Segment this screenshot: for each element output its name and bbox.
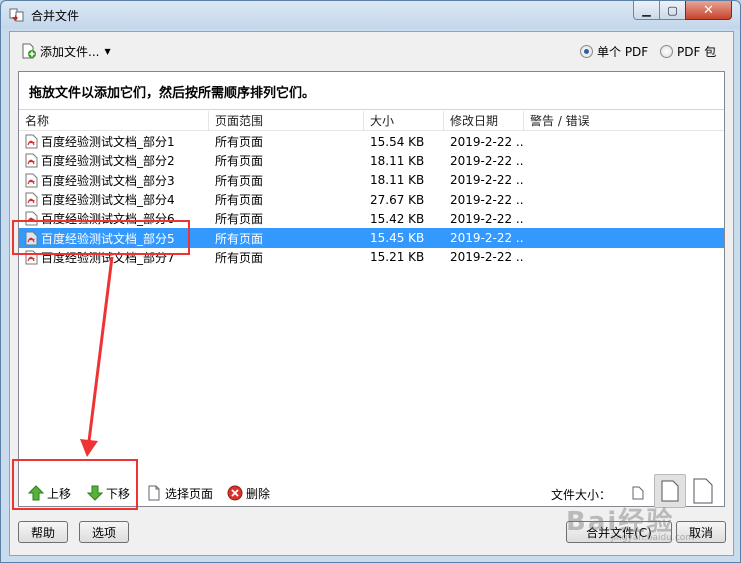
file-size-cell: 27.67 KB: [370, 192, 425, 207]
merge-files-window: 合并文件 ▁ ▢ ✕ 添加文件... ▼ 单个 PDF PDF 包 拖放文件以添…: [0, 0, 741, 563]
file-size-cell: 15.45 KB: [370, 231, 425, 246]
file-name-cell: 百度经验测试文档_部分3: [19, 172, 209, 189]
page-range-cell: 所有页面: [215, 173, 264, 188]
pdf-portfolio-option[interactable]: PDF 包: [660, 43, 716, 60]
options-button[interactable]: 选项: [79, 521, 129, 543]
close-button[interactable]: ✕: [685, 1, 732, 20]
pdf-file-icon: [25, 134, 38, 149]
pdf-file-icon: [25, 192, 38, 207]
window-title: 合并文件: [31, 9, 80, 23]
toolbar: 添加文件... ▼ 单个 PDF PDF 包: [10, 32, 733, 70]
move-buttons-highlight: [12, 459, 138, 510]
delete-label: 删除: [246, 486, 271, 501]
file-size-cell: 15.21 KB: [370, 250, 425, 265]
page-range-cell: 所有页面: [215, 154, 264, 169]
maximize-icon: ▢: [667, 3, 678, 17]
file-row[interactable]: 百度经验测试文档_部分2 所有页面 18.11 KB 2019-2-22 ...: [19, 151, 724, 170]
file-name: 百度经验测试文档_部分1: [41, 135, 175, 150]
file-name: 百度经验测试文档_部分4: [41, 193, 175, 208]
file-size-cell: 18.11 KB: [370, 173, 425, 188]
title-bar[interactable]: 合并文件 ▁ ▢ ✕: [1, 1, 740, 29]
drop-instruction: 拖放文件以添加它们，然后按所需顺序排列它们。: [19, 72, 724, 110]
file-size-cell: 18.11 KB: [370, 153, 425, 168]
single-pdf-radio[interactable]: [580, 45, 593, 58]
pdf-file-icon: [25, 173, 38, 188]
modified-date-cell: 2019-2-22 ...: [450, 153, 524, 168]
add-files-button[interactable]: 添加文件... ▼: [18, 40, 114, 62]
file-size-cell: 15.42 KB: [370, 211, 425, 226]
modified-date-cell: 2019-2-22 ...: [450, 134, 524, 149]
select-pages-button[interactable]: 选择页面: [146, 482, 213, 504]
medium-page-icon: [661, 480, 679, 502]
add-file-icon: [22, 43, 36, 59]
file-name-cell: 百度经验测试文档_部分4: [19, 191, 209, 208]
modified-date-cell: 2019-2-22 ...: [450, 211, 524, 226]
watermark-url: jingyan.baidu.com: [611, 533, 695, 543]
file-row[interactable]: 百度经验测试文档_部分4 所有页面 27.67 KB 2019-2-22 ...: [19, 190, 724, 209]
page-range-cell: 所有页面: [215, 231, 264, 246]
column-header-size[interactable]: 大小: [364, 111, 444, 131]
modified-date-cell: 2019-2-22 ...: [450, 250, 524, 265]
minimize-button[interactable]: ▁: [633, 1, 660, 20]
close-icon: ✕: [703, 2, 714, 18]
chevron-down-icon: ▼: [104, 46, 111, 56]
pdf-portfolio-label: PDF 包: [677, 45, 717, 59]
help-button[interactable]: 帮助: [18, 521, 68, 543]
file-name-cell: 百度经验测试文档_部分1: [19, 133, 209, 150]
select-pages-label: 选择页面: [165, 486, 214, 501]
thumbnail-large-button[interactable]: [690, 474, 716, 508]
large-page-icon: [693, 478, 713, 504]
modified-date-cell: 2019-2-22 ...: [450, 231, 524, 246]
file-row[interactable]: 百度经验测试文档_部分1 所有页面 15.54 KB 2019-2-22 ...: [19, 132, 724, 151]
column-header-warnings[interactable]: 警告 / 错误: [524, 111, 724, 131]
page-range-cell: 所有页面: [215, 250, 264, 265]
file-list-panel[interactable]: 拖放文件以添加它们，然后按所需顺序排列它们。 名称 页面范围 大小 修改日期 警…: [18, 71, 725, 507]
small-page-icon: [632, 486, 644, 500]
delete-button[interactable]: 删除: [227, 482, 270, 504]
modified-date-cell: 2019-2-22 ...: [450, 192, 524, 207]
single-pdf-label: 单个 PDF: [597, 45, 649, 59]
pages-icon: [148, 485, 160, 501]
list-header: 名称 页面范围 大小 修改日期 警告 / 错误: [19, 111, 724, 131]
pdf-portfolio-radio[interactable]: [660, 45, 673, 58]
selected-row-highlight: [12, 220, 190, 255]
delete-icon: [227, 485, 243, 501]
column-header-date[interactable]: 修改日期: [444, 111, 524, 131]
file-row[interactable]: 百度经验测试文档_部分3 所有页面 18.11 KB 2019-2-22 ...: [19, 171, 724, 190]
page-range-cell: 所有页面: [215, 135, 264, 150]
column-header-name[interactable]: 名称: [19, 111, 209, 131]
file-name-cell: 百度经验测试文档_部分2: [19, 152, 209, 169]
pdf-file-icon: [25, 153, 38, 168]
single-pdf-option[interactable]: 单个 PDF: [580, 43, 648, 60]
minimize-icon: ▁: [642, 3, 651, 17]
page-range-cell: 所有页面: [215, 212, 264, 227]
file-name: 百度经验测试文档_部分2: [41, 154, 175, 169]
column-header-range[interactable]: 页面范围: [209, 111, 364, 131]
merge-app-icon: [9, 8, 24, 22]
file-size-cell: 15.54 KB: [370, 134, 425, 149]
file-name: 百度经验测试文档_部分3: [41, 173, 175, 188]
page-range-cell: 所有页面: [215, 193, 264, 208]
modified-date-cell: 2019-2-22 ...: [450, 173, 524, 188]
maximize-button[interactable]: ▢: [659, 1, 686, 20]
add-files-label: 添加文件...: [40, 44, 100, 59]
